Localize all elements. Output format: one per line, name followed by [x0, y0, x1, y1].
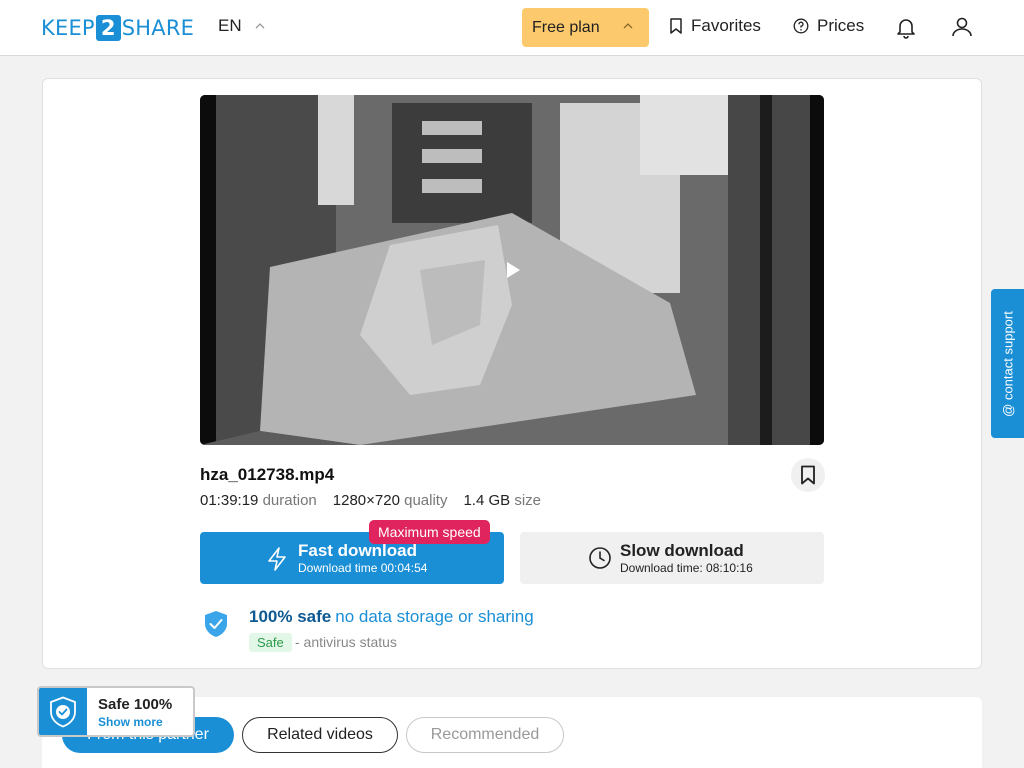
shield-check-icon: [205, 611, 227, 637]
logo-text-share: SHARE: [121, 16, 195, 40]
fast-download-time: Download time 00:04:54: [298, 561, 428, 575]
language-selector[interactable]: EN: [218, 16, 265, 36]
slow-download-time: Download time: 08:10:16: [620, 561, 753, 575]
duration-value: 01:39:19: [200, 492, 259, 509]
free-plan-button[interactable]: Free plan: [522, 8, 649, 47]
bookmark-icon: [801, 465, 815, 485]
tab-recommended[interactable]: Recommended: [406, 717, 564, 753]
keep2share-logo[interactable]: KEEP 2 SHARE: [41, 15, 194, 41]
shield-box: [39, 688, 87, 735]
quality-info: 1280×720 quality: [333, 492, 448, 509]
favorites-label: Favorites: [691, 16, 761, 35]
safe-100-widget[interactable]: Safe 100% Show more: [37, 686, 195, 737]
bell-icon[interactable]: [894, 15, 918, 39]
size-info: 1.4 GB size: [463, 492, 541, 509]
contact-support-label: @ contact support: [1000, 310, 1015, 417]
favorites-link[interactable]: Favorites: [669, 16, 761, 36]
show-more-link[interactable]: Show more: [98, 715, 163, 729]
safe-status-badge: Safe: [249, 633, 292, 652]
fast-download-title: Fast download: [298, 541, 417, 560]
safety-statement: 100% safe no data storage or sharing: [249, 607, 534, 627]
user-icon[interactable]: [950, 15, 974, 39]
chevron-up-icon: [255, 23, 265, 29]
top-header: KEEP 2 SHARE EN Free plan Favorites Prices: [0, 0, 1024, 56]
size-label: size: [514, 492, 542, 509]
help-circle-icon: [793, 18, 809, 34]
file-metadata: 01:39:19 duration 1280×720 quality 1.4 G…: [200, 492, 541, 509]
slow-download-button[interactable]: Slow download Download time: 08:10:16: [520, 532, 824, 584]
plan-label: Free plan: [532, 18, 600, 36]
prices-label: Prices: [817, 16, 865, 35]
safety-headline: 100% safe: [249, 607, 332, 626]
contact-support-tab[interactable]: @ contact support: [991, 289, 1024, 438]
slow-download-title: Slow download: [620, 541, 744, 560]
lightning-icon: [268, 547, 286, 571]
antivirus-status-text: - antivirus status: [295, 634, 397, 650]
tab-related-videos[interactable]: Related videos: [242, 717, 398, 753]
logo-text-keep: KEEP: [41, 16, 95, 40]
safety-detail: no data storage or sharing: [335, 607, 534, 626]
bookmark-icon: [670, 18, 682, 34]
play-icon[interactable]: [505, 261, 521, 279]
add-to-favorites-button[interactable]: [791, 458, 825, 492]
duration-label: duration: [262, 492, 317, 509]
safe-widget-title: Safe 100%: [98, 696, 173, 713]
clock-icon: [589, 547, 611, 569]
shield-check-icon: [50, 696, 76, 727]
duration-info: 01:39:19 duration: [200, 492, 317, 509]
file-name: hza_012738.mp4: [200, 465, 335, 484]
logo-text-two: 2: [95, 15, 121, 41]
prices-link[interactable]: Prices: [793, 16, 864, 36]
quality-value: 1280×720: [332, 492, 400, 509]
language-label: EN: [218, 16, 242, 35]
size-value: 1.4 GB: [463, 492, 511, 509]
chevron-up-icon: [623, 23, 633, 29]
quality-label: quality: [404, 492, 448, 509]
maximum-speed-badge: Maximum speed: [369, 520, 490, 544]
